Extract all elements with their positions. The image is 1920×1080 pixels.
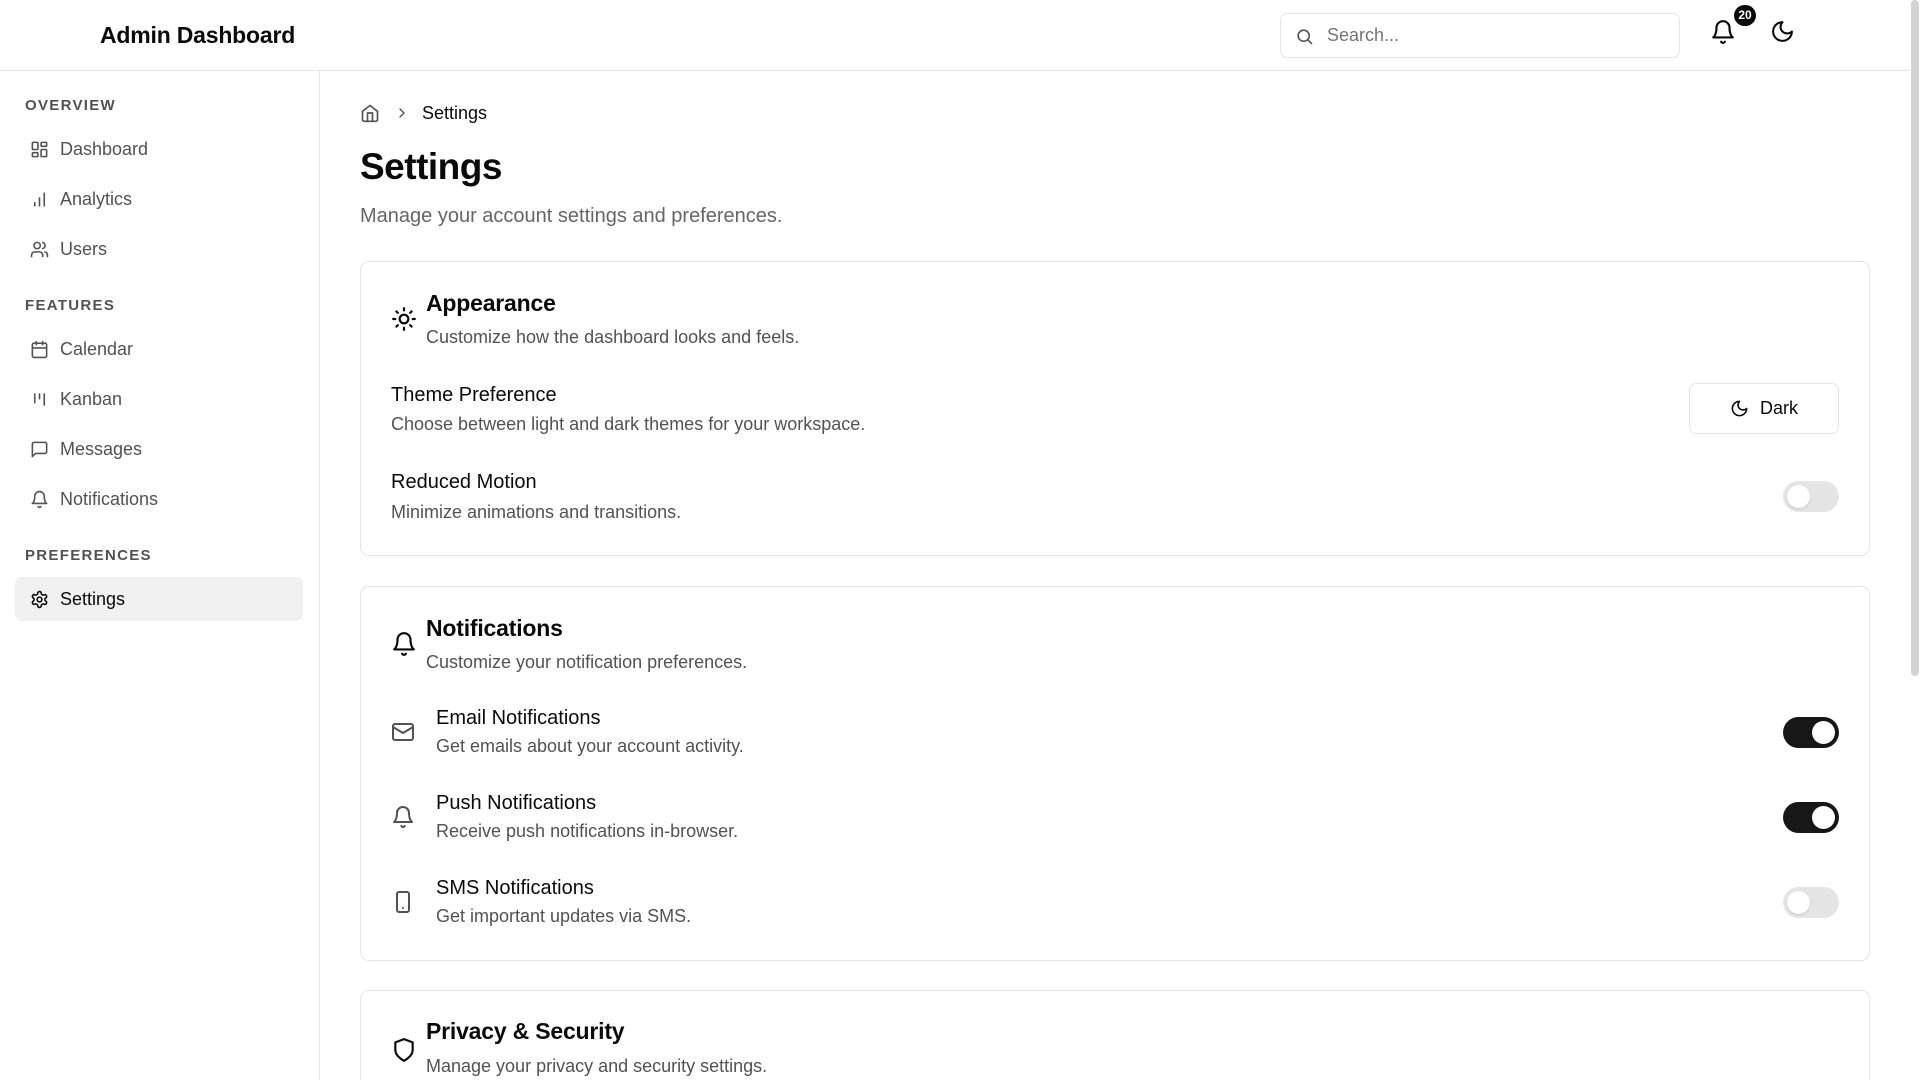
notifications-card: Notifications Customize your notificatio… — [360, 586, 1870, 961]
moon-icon — [1730, 399, 1749, 418]
page-subtitle: Manage your account settings and prefere… — [360, 205, 783, 227]
bell-icon — [391, 631, 417, 657]
theme-preference-button[interactable]: Dark — [1689, 383, 1839, 434]
notification-count-badge: 20 — [1734, 5, 1756, 26]
sidebar-item-label: Analytics — [60, 188, 133, 209]
notifications-description: Customize your notification preferences. — [426, 652, 748, 672]
sidebar: OVERVIEW Dashboard Analytics Users FEATU… — [0, 71, 320, 1080]
sidebar-item-label: Kanban — [60, 388, 123, 409]
sidebar-item-label: Settings — [60, 588, 126, 609]
sidebar-item-settings[interactable]: Settings — [15, 577, 303, 621]
sms-notifications-description: Get important updates via SMS. — [436, 906, 692, 926]
app-title: Admin Dashboard — [100, 22, 296, 48]
sidebar-item-label: Users — [60, 238, 108, 259]
sms-notifications-toggle[interactable] — [1783, 887, 1839, 918]
scrollbar-thumb[interactable] — [1911, 0, 1919, 676]
sidebar-item-messages[interactable]: Messages — [15, 427, 303, 471]
sidebar-item-label: Calendar — [60, 338, 134, 359]
sidebar-section-features: FEATURES — [25, 297, 116, 314]
theme-preference-title: Theme Preference — [391, 384, 557, 406]
email-notifications-toggle[interactable] — [1783, 717, 1839, 748]
theme-preference-label: Dark — [1759, 398, 1798, 418]
search-box[interactable] — [1280, 13, 1680, 58]
reduced-motion-description: Minimize animations and transitions. — [391, 502, 682, 522]
notifications-title: Notifications — [426, 615, 563, 641]
sidebar-item-calendar[interactable]: Calendar — [15, 327, 303, 371]
sidebar-item-notifications[interactable]: Notifications — [15, 477, 303, 521]
push-notifications-toggle[interactable] — [1783, 802, 1839, 833]
sidebar-item-analytics[interactable]: Analytics — [15, 177, 303, 221]
page-title: Settings — [360, 146, 502, 187]
sms-notifications-title: SMS Notifications — [436, 877, 594, 899]
top-header: Admin Dashboard 20 — [0, 0, 1910, 71]
appearance-description: Customize how the dashboard looks and fe… — [426, 327, 800, 347]
sun-icon — [391, 306, 417, 332]
moon-icon — [1770, 19, 1802, 44]
sidebar-item-kanban[interactable]: Kanban — [15, 377, 303, 421]
smartphone-icon — [391, 890, 415, 914]
bell-icon — [30, 490, 49, 509]
calendar-icon — [30, 340, 49, 359]
toggle-knob — [1787, 485, 1810, 508]
toggle-knob — [1812, 721, 1835, 744]
privacy-security-description: Manage your privacy and security setting… — [426, 1056, 768, 1076]
email-notifications-title: Email Notifications — [436, 707, 601, 729]
privacy-security-card: Privacy & Security Manage your privacy a… — [360, 990, 1870, 1080]
appearance-title: Appearance — [426, 290, 556, 316]
sidebar-item-dashboard[interactable]: Dashboard — [15, 127, 303, 171]
sidebar-item-users[interactable]: Users — [15, 227, 303, 271]
theme-preference-description: Choose between light and dark themes for… — [391, 414, 866, 434]
search-icon — [1295, 27, 1314, 46]
chevron-right-icon — [394, 105, 410, 121]
sidebar-item-label: Notifications — [60, 488, 159, 509]
reduced-motion-toggle[interactable] — [1783, 481, 1839, 512]
push-notifications-title: Push Notifications — [436, 792, 597, 814]
toggle-knob — [1787, 891, 1810, 914]
search-input[interactable] — [1327, 14, 1667, 57]
home-icon[interactable] — [360, 103, 380, 123]
sidebar-item-label: Dashboard — [60, 138, 149, 159]
dashboard-icon — [30, 140, 49, 159]
message-icon — [30, 440, 49, 459]
bell-icon — [391, 805, 415, 829]
sidebar-section-preferences: PREFERENCES — [25, 547, 152, 564]
theme-toggle-button[interactable] — [1770, 19, 1802, 51]
kanban-icon — [30, 390, 49, 409]
page-scrollbar[interactable] — [1910, 0, 1920, 1080]
email-notifications-description: Get emails about your account activity. — [436, 736, 744, 756]
breadcrumb: Settings — [360, 101, 487, 125]
appearance-card: Appearance Customize how the dashboard l… — [360, 261, 1870, 556]
toggle-knob — [1812, 806, 1835, 829]
push-notifications-description: Receive push notifications in-browser. — [436, 821, 739, 841]
bar-chart-icon — [30, 190, 49, 209]
sidebar-section-overview: OVERVIEW — [25, 97, 116, 114]
sidebar-item-label: Messages — [60, 438, 143, 459]
reduced-motion-title: Reduced Motion — [391, 471, 537, 493]
mail-icon — [391, 720, 415, 744]
shield-icon — [391, 1037, 417, 1063]
privacy-security-title: Privacy & Security — [426, 1018, 625, 1044]
breadcrumb-current: Settings — [422, 102, 488, 123]
gear-icon — [30, 590, 49, 609]
users-icon — [30, 240, 49, 259]
